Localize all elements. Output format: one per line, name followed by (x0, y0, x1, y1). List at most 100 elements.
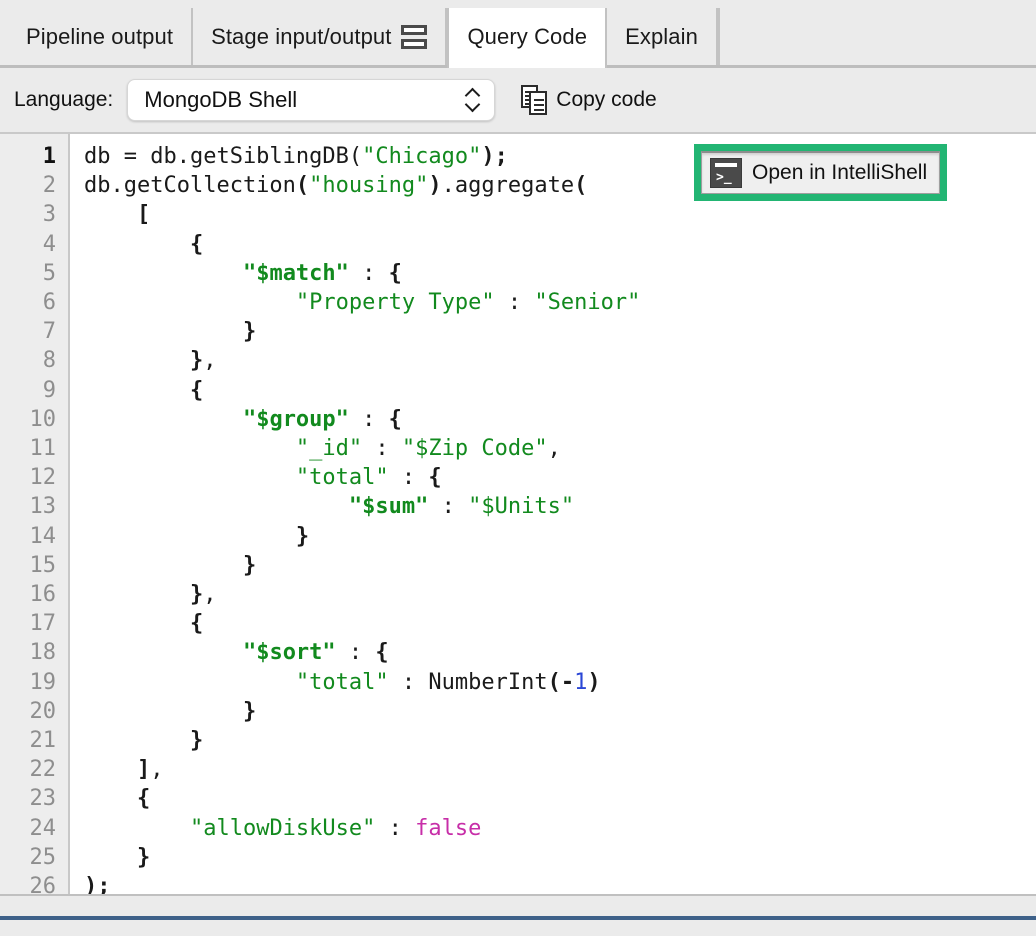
code-token: : (349, 261, 389, 286)
code-token: ); (481, 144, 508, 169)
language-select[interactable]: MongoDB Shell (127, 79, 495, 121)
line-number: 12 (0, 463, 68, 492)
terminal-icon: >_ (710, 158, 742, 188)
code-token: "housing" (309, 173, 428, 198)
copy-code-button[interactable]: Copy code (521, 85, 656, 115)
line-number: 14 (0, 522, 68, 551)
code-content[interactable]: db = db.getSiblingDB("Chicago");db.getCo… (70, 134, 1036, 894)
code-token: { (389, 261, 402, 286)
tab-query-code[interactable]: Query Code (447, 8, 607, 68)
line-number: 10 (0, 405, 68, 434)
code-token (84, 290, 296, 315)
line-number: 5 (0, 259, 68, 288)
line-number: 17 (0, 609, 68, 638)
tab-explain[interactable]: Explain (607, 8, 718, 65)
line-number: 11 (0, 434, 68, 463)
line-number: 8 (0, 346, 68, 375)
code-toolbar: Language: MongoDB Shell Copy code (0, 68, 1036, 134)
tab-bar-empty-space (718, 8, 1036, 65)
line-number-gutter: 1234567891011121314151617181920212223242… (0, 134, 70, 894)
line-number: 20 (0, 697, 68, 726)
code-token: : (389, 465, 429, 490)
line-number: 26 (0, 872, 68, 896)
code-token: : (336, 640, 376, 665)
line-number: 4 (0, 230, 68, 259)
line-number: 1 (0, 142, 68, 171)
code-line: } (84, 317, 1036, 346)
tab-stage-input-output[interactable]: Stage input/output (193, 8, 447, 65)
line-number: 22 (0, 755, 68, 784)
code-token: , (203, 348, 216, 373)
code-token (84, 670, 296, 695)
code-line: } (84, 726, 1036, 755)
open-in-intellishell-label: Open in IntelliShell (752, 161, 927, 185)
code-token: ) (587, 670, 600, 695)
code-token: , (548, 436, 561, 461)
open-in-intellishell-highlight: >_ Open in IntelliShell (694, 144, 947, 201)
code-token: { (375, 640, 388, 665)
line-number: 16 (0, 580, 68, 609)
tab-stage-input-output-label: Stage input/output (211, 24, 391, 50)
code-editor[interactable]: 1234567891011121314151617181920212223242… (0, 134, 1036, 896)
code-token: } (84, 319, 256, 344)
code-token: : (389, 670, 429, 695)
code-token (84, 494, 349, 519)
open-in-intellishell-button[interactable]: >_ Open in IntelliShell (701, 151, 940, 194)
code-line: "$match" : { (84, 259, 1036, 288)
code-token: "total" (296, 670, 389, 695)
code-line: } (84, 697, 1036, 726)
code-line: } (84, 843, 1036, 872)
line-number: 13 (0, 492, 68, 521)
code-token: "Chicago" (362, 144, 481, 169)
code-line: "_id" : "$Zip Code", (84, 434, 1036, 463)
code-token: { (84, 378, 203, 403)
code-line: "Property Type" : "Senior" (84, 288, 1036, 317)
code-line: "$group" : { (84, 405, 1036, 434)
bottom-divider (0, 916, 1036, 920)
language-label: Language: (14, 88, 113, 112)
code-line: }, (84, 580, 1036, 609)
tab-pipeline-output[interactable]: Pipeline output (8, 8, 193, 65)
tab-pipeline-output-label: Pipeline output (26, 24, 173, 50)
code-line: { (84, 376, 1036, 405)
code-token: "$Units" (468, 494, 574, 519)
code-token (84, 407, 243, 432)
code-token: ( (296, 173, 309, 198)
code-token: } (84, 348, 203, 373)
code-token: "$sum" (349, 494, 428, 519)
code-token: { (428, 465, 441, 490)
code-line: { (84, 230, 1036, 259)
line-number: 9 (0, 376, 68, 405)
code-token: { (84, 232, 203, 257)
line-number: 23 (0, 784, 68, 813)
tab-bar: Pipeline output Stage input/output Query… (0, 0, 1036, 68)
code-token: , (150, 757, 163, 782)
code-line: "total" : { (84, 463, 1036, 492)
code-token: - (561, 670, 574, 695)
code-line: ], (84, 755, 1036, 784)
chevron-updown-icon (466, 88, 480, 112)
code-token: } (84, 699, 256, 724)
line-number: 21 (0, 726, 68, 755)
line-number: 3 (0, 200, 68, 229)
code-token: : (495, 290, 535, 315)
code-token (84, 436, 296, 461)
tab-query-code-label: Query Code (467, 24, 587, 50)
code-token: "$match" (243, 261, 349, 286)
code-line: { (84, 784, 1036, 813)
code-token: } (84, 728, 203, 753)
code-token: { (84, 611, 203, 636)
line-number: 18 (0, 638, 68, 667)
language-select-value: MongoDB Shell (144, 87, 297, 113)
code-token: "Property Type" (296, 290, 495, 315)
query-code-panel: Pipeline output Stage input/output Query… (0, 0, 1036, 938)
code-token: 1 (574, 670, 587, 695)
code-token: : (428, 494, 468, 519)
code-token: } (84, 524, 309, 549)
code-token: [ (84, 202, 150, 227)
code-token: ( (548, 670, 561, 695)
code-line: } (84, 551, 1036, 580)
code-token: false (415, 816, 481, 841)
copy-code-label: Copy code (556, 88, 656, 112)
code-line: [ (84, 200, 1036, 229)
